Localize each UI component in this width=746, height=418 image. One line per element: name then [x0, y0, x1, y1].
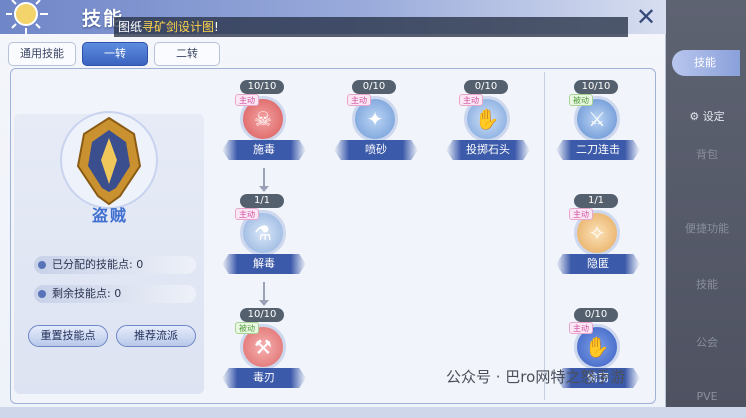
skill-name: 施毒 — [222, 140, 306, 160]
skill-name: 解毒 — [222, 254, 306, 274]
sidebar-tab-label: 技能 — [694, 56, 716, 69]
skill-level: 1/1 — [574, 194, 618, 208]
skill-name: 投掷石头 — [446, 140, 530, 160]
class-name: 盗贼 — [91, 206, 128, 225]
tab-general-skills[interactable]: 通用技能 — [8, 42, 76, 66]
skill-name: 二刀连击 — [556, 140, 640, 160]
skill-node-double-attack[interactable]: 10/10 ⚔ 被动 二刀连击 — [556, 80, 640, 190]
skill-node-poison-blade[interactable]: 10/10 ⚒ 被动 毒刃 — [222, 308, 306, 418]
remaining-points-label: 剩余技能点: 0 — [52, 287, 122, 300]
remaining-points-row: 剩余技能点: 0 — [34, 285, 196, 303]
skill-level: 0/10 — [352, 80, 396, 94]
tab-second-job[interactable]: 二转 — [154, 42, 220, 66]
bullet-icon — [38, 290, 46, 298]
skill-type-badge: 主动 — [569, 322, 593, 334]
bullet-icon — [38, 261, 46, 269]
skill-name: 毒刃 — [222, 368, 306, 388]
skill-type-badge: 被动 — [569, 94, 593, 106]
recommend-build-button[interactable]: 推荐流派 — [116, 325, 196, 347]
reset-skill-points-button[interactable]: 重置技能点 — [28, 325, 108, 347]
skill-level: 1/1 — [240, 194, 284, 208]
sidebar-tab-skills[interactable]: 技能 — [672, 50, 740, 76]
column-divider — [544, 72, 545, 400]
ticker-suffix: ! — [214, 20, 219, 34]
sidebar-item-quick-functions[interactable]: 便捷功能 — [674, 220, 740, 236]
sidebar-item-label: 设定 — [702, 110, 725, 123]
skill-node-steal[interactable]: 0/10 ✋ 主动 偷窃 — [556, 308, 640, 418]
skill-level: 0/10 — [464, 80, 508, 94]
right-sidebar: 技能 ⚙ 设定 背包 便捷功能 技能 公会 PVE — [666, 0, 746, 407]
ticker-prefix: 图纸 — [118, 20, 143, 34]
skill-node-throw-stone[interactable]: 0/10 ✋ 主动 投掷石头 — [446, 80, 530, 190]
tab-first-job[interactable]: 一转 — [82, 42, 148, 66]
skill-name: 隐匿 — [556, 254, 640, 274]
skill-type-badge: 主动 — [235, 94, 259, 106]
watermark-text: 公众号 · 巴ro网特之怒手游 — [446, 368, 626, 386]
sidebar-item-guild[interactable]: 公会 — [674, 334, 740, 350]
skill-level: 10/10 — [240, 308, 284, 322]
news-ticker: 图纸寻矿剑设计图! — [114, 17, 628, 37]
sun-emblem-icon — [6, 0, 48, 36]
sidebar-item-bag[interactable]: 背包 — [674, 146, 740, 162]
prerequisite-arrow — [259, 168, 269, 192]
skill-type-badge: 主动 — [235, 208, 259, 220]
skill-name: 喷砂 — [334, 140, 418, 160]
skill-node-hiding[interactable]: 1/1 ✧ 主动 隐匿 — [556, 194, 640, 304]
skill-level: 10/10 — [574, 80, 618, 94]
close-icon[interactable]: ✕ — [632, 5, 660, 29]
sidebar-item-settings[interactable]: ⚙ 设定 — [674, 108, 740, 124]
allocated-points-row: 已分配的技能点: 0 — [34, 256, 196, 274]
gear-icon: ⚙ — [689, 110, 700, 123]
skill-panel: 技能 图纸寻矿剑设计图! ✕ 通用技能 一转 二转 盗贼 已分配的技能点: 0 … — [0, 0, 666, 407]
skill-type-badge: 被动 — [235, 322, 259, 334]
sidebar-item-pve[interactable]: PVE — [674, 390, 740, 403]
ticker-highlight: 寻矿剑设计图 — [142, 20, 215, 34]
skill-type-badge: 主动 — [459, 94, 483, 106]
prerequisite-arrow — [259, 282, 269, 306]
skill-type-badge: 主动 — [569, 208, 593, 220]
sidebar-item-skills[interactable]: 技能 — [674, 276, 740, 292]
allocated-points-label: 已分配的技能点: 0 — [52, 258, 144, 271]
skill-level: 10/10 — [240, 80, 284, 94]
skill-level: 0/10 — [574, 308, 618, 322]
skill-type-badge: 主动 — [347, 94, 371, 106]
skill-node-sand-spray[interactable]: 0/10 ✦ 主动 喷砂 — [334, 80, 418, 190]
